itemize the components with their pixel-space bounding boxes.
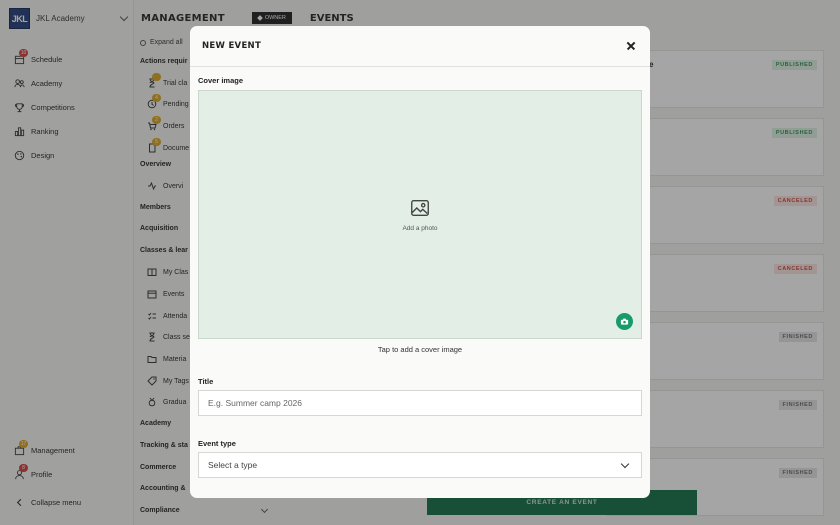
modal-header: NEW EVENT [190,26,650,67]
add-photo-label: Add a photo [402,225,438,232]
camera-button[interactable] [616,313,633,330]
close-icon[interactable] [624,39,638,53]
event-type-select[interactable]: Select a type [198,452,642,478]
modal-title: NEW EVENT [202,41,262,51]
cover-image-hint: Tap to add a cover image [377,345,463,354]
title-label: Title [198,377,214,386]
camera-icon [620,318,629,325]
cover-image-dropzone[interactable]: Add a photo [198,90,642,339]
image-icon [411,199,429,217]
chevron-down-icon [620,459,630,468]
new-event-modal: NEW EVENT Cover image Add a photo Tap to… [190,26,650,498]
event-type-value: Select a type [208,460,258,470]
title-input[interactable] [198,390,642,416]
cover-image-label: Cover image [198,76,244,85]
event-type-label: Event type [198,439,236,448]
